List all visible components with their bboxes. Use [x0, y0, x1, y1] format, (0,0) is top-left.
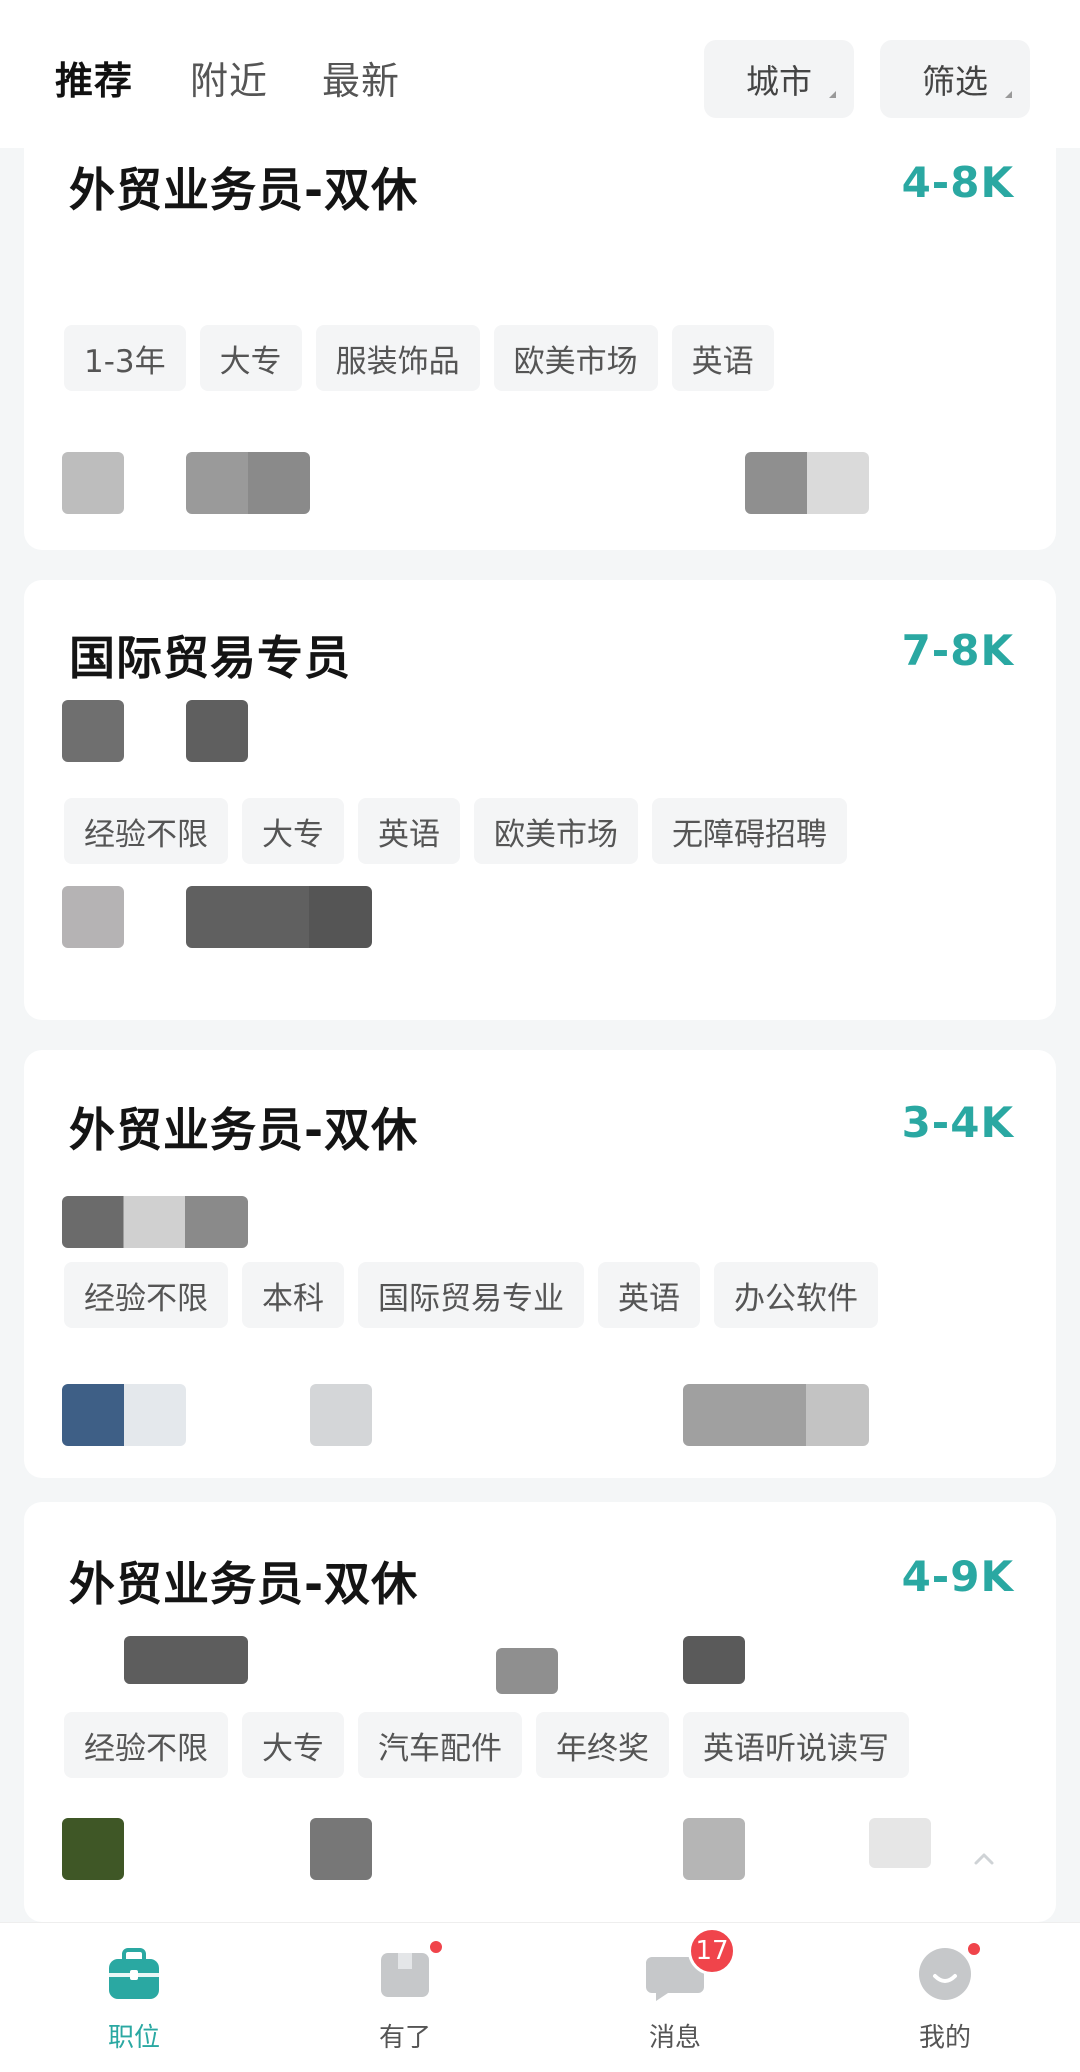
tab-latest[interactable]: 最新 [322, 50, 400, 105]
dropdown-corner-icon [1005, 91, 1012, 98]
city-filter-button[interactable]: 城市 [704, 40, 854, 118]
city-filter-label: 城市 [746, 62, 812, 101]
job-tags: 经验不限 大专 汽车配件 年终奖 英语听说读写 [64, 1712, 909, 1778]
chevron-up-icon[interactable] [970, 1845, 998, 1873]
job-salary: 7-8K [901, 626, 1014, 675]
job-list-page: 推荐 附近 最新 城市 筛选 外贸业务员-双休 4-8K 1-3年 大专 服装饰… [0, 0, 1080, 2072]
job-card[interactable]: 国际贸易专员 7-8K 经验不限 大专 英语 欧美市场 无障碍招聘 [24, 580, 1056, 1020]
job-title: 外贸业务员-双休 [69, 1557, 419, 1611]
job-salary: 3-4K [901, 1098, 1014, 1147]
top-header: 推荐 附近 最新 城市 筛选 [0, 0, 1080, 148]
box-icon [381, 1953, 429, 1997]
job-tag: 英语 [598, 1262, 700, 1328]
bottom-navigation: 职位 有了 17 消息 我的 [0, 1922, 1080, 2072]
blurred-company-info [496, 1648, 558, 1694]
job-title: 外贸业务员-双休 [69, 1103, 419, 1157]
job-tag: 无障碍招聘 [652, 798, 847, 864]
job-tag: 1-3年 [64, 325, 186, 391]
job-tag: 经验不限 [64, 1712, 228, 1778]
job-tag: 英语听说读写 [683, 1712, 909, 1778]
job-tag: 服装饰品 [315, 325, 480, 391]
nav-item-me[interactable]: 我的 [865, 1941, 1025, 2065]
box-icon-wrap [376, 1939, 444, 2003]
nav-item-jobs[interactable]: 职位 [54, 1945, 214, 2065]
job-tag: 英语 [358, 798, 460, 864]
filter-label: 筛选 [922, 62, 988, 101]
blurred-company-info [124, 1636, 248, 1684]
job-title: 外贸业务员-双休 [69, 163, 419, 217]
job-tag: 国际贸易专业 [358, 1262, 584, 1328]
tab-recommended[interactable]: 推荐 [55, 50, 133, 105]
job-tag: 大专 [242, 798, 344, 864]
notification-dot [966, 1941, 982, 1957]
blurred-company-info [62, 1196, 248, 1248]
nav-item-messages[interactable]: 17 消息 [595, 1927, 755, 2065]
job-tag: 办公软件 [714, 1262, 878, 1328]
job-tags: 经验不限 本科 国际贸易专业 英语 办公软件 [64, 1262, 878, 1328]
blurred-company-logo [62, 452, 124, 514]
blurred-company-name [310, 1384, 372, 1446]
job-tag: 汽车配件 [358, 1712, 522, 1778]
filter-button[interactable]: 筛选 [880, 40, 1030, 118]
job-tag: 本科 [242, 1262, 344, 1328]
job-title: 国际贸易专员 [69, 631, 351, 685]
job-tag: 经验不限 [64, 1262, 228, 1328]
job-card[interactable]: 外贸业务员-双休 3-4K 经验不限 本科 国际贸易专业 英语 办公软件 [24, 1050, 1056, 1478]
job-salary: 4-8K [901, 158, 1014, 207]
blurred-recruiter-info [745, 452, 869, 514]
smiley-icon [919, 1948, 971, 2000]
nav-label: 我的 [918, 2023, 971, 2053]
notification-dot [428, 1939, 444, 1955]
job-tag: 经验不限 [64, 798, 228, 864]
blurred-recruiter-info [683, 1818, 745, 1880]
job-tag: 英语 [671, 325, 774, 391]
nav-label: 消息 [648, 2023, 701, 2053]
chat-icon-wrap: 17 [646, 1927, 736, 2003]
blurred-company-info [62, 700, 124, 762]
briefcase-icon [109, 1948, 159, 1999]
job-tag: 欧美市场 [493, 325, 658, 391]
job-card[interactable]: 外贸业务员-双休 4-8K 1-3年 大专 服装饰品 欧美市场 英语 [24, 110, 1056, 550]
job-tags: 1-3年 大专 服装饰品 欧美市场 英语 [64, 325, 774, 391]
blurred-company-logo [62, 886, 124, 948]
blurred-company-info [683, 1636, 745, 1684]
blurred-company-logo [62, 1818, 124, 1880]
job-tags: 经验不限 大专 英语 欧美市场 无障碍招聘 [64, 798, 847, 864]
blurred-company-info [186, 700, 248, 762]
blurred-recruiter-info [683, 1384, 869, 1446]
blurred-recruiter-info [869, 1818, 931, 1868]
job-card[interactable]: 外贸业务员-双休 4-9K 经验不限 大专 汽车配件 年终奖 英语听说读写 [24, 1502, 1056, 1922]
job-tag: 欧美市场 [474, 798, 638, 864]
blurred-company-name [186, 452, 310, 514]
nav-label: 有了 [378, 2023, 431, 2053]
dropdown-corner-icon [829, 91, 836, 98]
blurred-company-logo [62, 1384, 186, 1446]
tab-nearby[interactable]: 附近 [190, 50, 268, 105]
job-salary: 4-9K [901, 1552, 1014, 1601]
job-tag: 大专 [242, 1712, 344, 1778]
job-tag: 大专 [199, 325, 302, 391]
nav-label: 职位 [107, 2023, 160, 2053]
blurred-company-name [186, 886, 372, 948]
nav-item-youle[interactable]: 有了 [325, 1939, 485, 2065]
unread-count-badge: 17 [688, 1927, 736, 1975]
smiley-icon-wrap [916, 1941, 982, 2003]
job-tag: 年终奖 [536, 1712, 669, 1778]
blurred-company-name [310, 1818, 372, 1880]
